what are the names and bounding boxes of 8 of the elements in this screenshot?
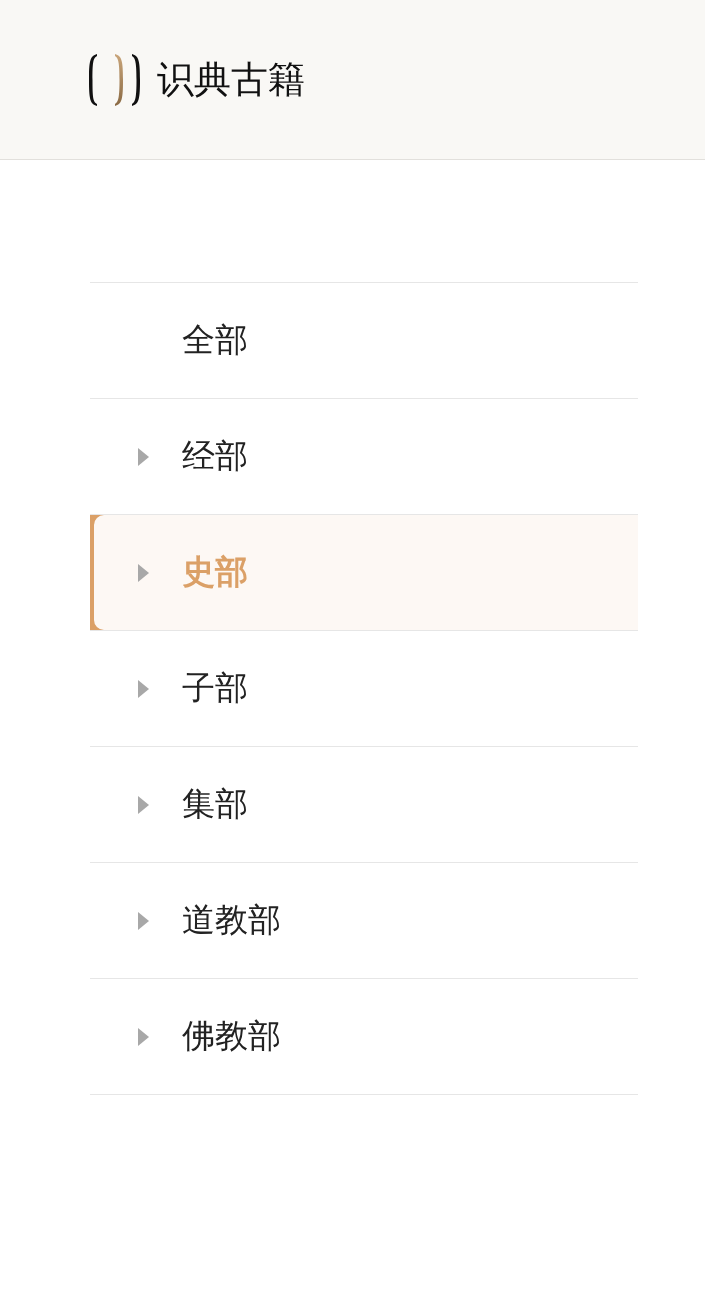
caret-icon[interactable] [138,563,149,582]
site-title: 识典古籍 [157,61,305,98]
caret-icon[interactable] [138,679,149,698]
caret-icon[interactable] [138,447,149,466]
caret-icon[interactable] [138,1027,149,1046]
caret-icon[interactable] [138,911,149,930]
brackets-logo-icon [88,52,141,107]
caret-icon[interactable] [138,795,149,814]
